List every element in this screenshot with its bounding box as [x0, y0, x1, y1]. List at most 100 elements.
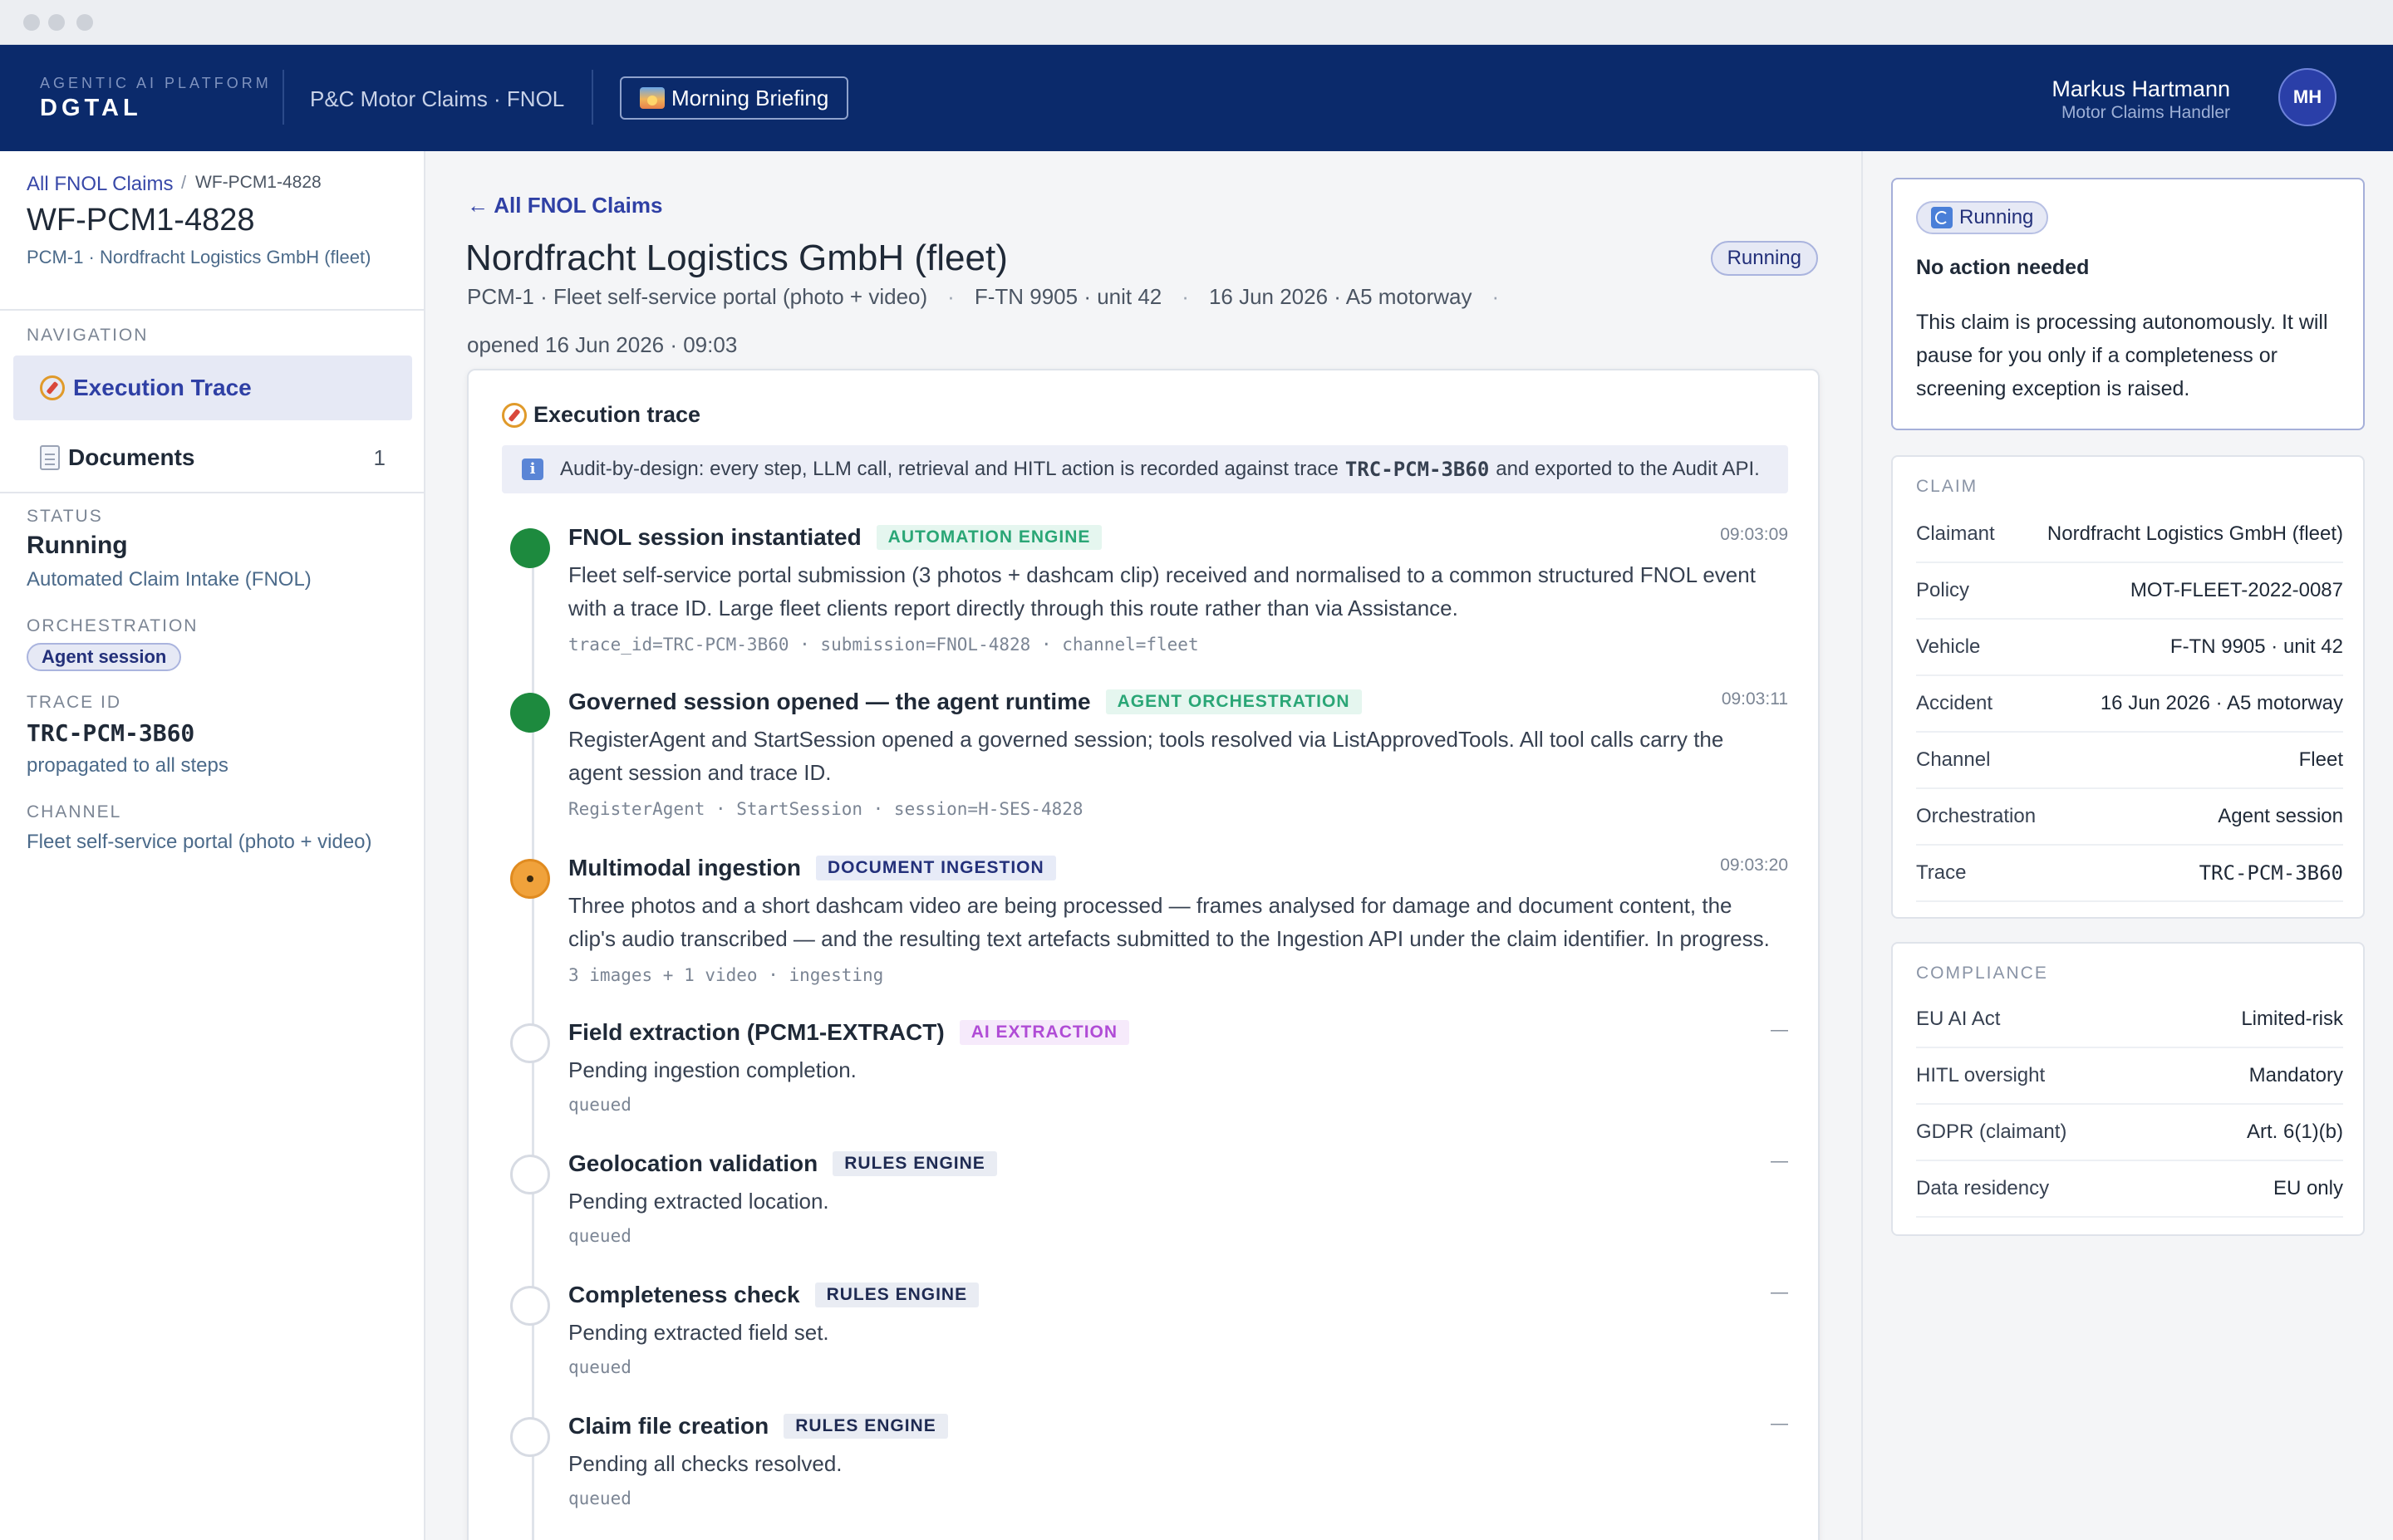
sunrise-icon — [640, 87, 665, 109]
row-key: Policy — [1916, 579, 1970, 601]
meta-accident: 16 Jun 2026 · A5 motorway — [1208, 284, 1472, 309]
step-time: 09:03:20 — [1720, 856, 1788, 875]
morning-briefing-label: Morning Briefing — [671, 85, 829, 110]
row-value: Mandatory — [2248, 1064, 2343, 1086]
running-status-label: Running — [1959, 206, 2034, 228]
step-description: Three photos and a short dashcam video a… — [568, 893, 1770, 951]
meta-bullet: · — [947, 284, 955, 309]
step-code: queued — [568, 1489, 631, 1508]
window-minimize-dot[interactable] — [48, 14, 65, 31]
step-title: Claim file creation — [568, 1413, 769, 1439]
top-navigation-bar: AGENTIC AI PLATFORM DGTAL P&C Motor Clai… — [0, 45, 2393, 151]
step-time: 09:03:09 — [1720, 525, 1788, 544]
back-to-claims-link[interactable]: ← All FNOL Claims — [467, 193, 663, 218]
audit-info-banner: i Audit-by-design: every step, LLM call,… — [502, 445, 1788, 493]
step-tag: DOCUMENT INGESTION — [816, 856, 1056, 880]
row-key: Vehicle — [1916, 635, 1981, 658]
execution-trace-card: Execution trace i Audit-by-design: every… — [467, 369, 1820, 1540]
row-value: EU only — [2273, 1177, 2343, 1199]
row-value: Agent session — [2218, 805, 2343, 827]
audit-text-suffix: and exported to the Audit API. — [1496, 458, 1760, 480]
step-time: — — [1771, 1020, 1788, 1039]
step-queued-icon — [510, 1155, 550, 1194]
row-value: MOT-FLEET-2022-0087 — [2130, 579, 2343, 601]
step-description: Pending ingestion completion. — [568, 1057, 857, 1082]
row-value: 16 Jun 2026 · A5 motorway — [2100, 692, 2343, 714]
sidebar-item-label: Documents — [68, 444, 195, 470]
claim-row-channel: Channel Fleet — [1916, 733, 2343, 789]
step-time: 09:03:11 — [1721, 689, 1788, 709]
window-close-dot[interactable] — [23, 14, 40, 31]
step-code: queued — [568, 1357, 631, 1377]
compliance-row-hitl: HITL oversight Mandatory — [1916, 1048, 2343, 1105]
step-queued-icon — [510, 1023, 550, 1063]
user-role: Motor Claims Handler — [2061, 103, 2230, 122]
left-sidebar: All FNOL Claims / WF-PCM1-4828 WF-PCM1-4… — [0, 151, 425, 1540]
step-header: Field extraction (PCM1-EXTRACT) AI EXTRA… — [568, 1015, 1130, 1050]
step-code: queued — [568, 1226, 631, 1246]
meta-vehicle: F-TN 9905 · unit 42 — [974, 284, 1162, 309]
step-time: — — [1771, 1283, 1788, 1302]
claim-row-trace: Trace TRC-PCM-3B60 — [1916, 846, 2343, 902]
document-icon — [40, 445, 60, 470]
step-queued-icon — [510, 1417, 550, 1457]
header-divider — [283, 70, 284, 125]
row-key: Trace — [1916, 861, 1967, 884]
sync-icon — [1931, 207, 1953, 228]
trace-id-subtitle: propagated to all steps — [27, 754, 228, 777]
row-key: Claimant — [1916, 522, 1995, 545]
row-key: HITL oversight — [1916, 1064, 2046, 1086]
step-header: Geolocation validation RULES ENGINE — [568, 1146, 997, 1181]
claim-id-heading: WF-PCM1-4828 — [27, 203, 255, 238]
step-queued-icon — [510, 1286, 550, 1326]
step-title: Governed session opened — the agent runt… — [568, 689, 1091, 714]
sidebar-item-documents[interactable]: Documents 1 — [13, 425, 412, 490]
orchestration-section-label: ORCHESTRATION — [27, 616, 199, 635]
meta-bullet: · — [1491, 284, 1500, 309]
status-section-label: STATUS — [27, 507, 103, 526]
row-value: F-TN 9905 · unit 42 — [2169, 635, 2343, 658]
sidebar-item-execution-trace[interactable]: Execution Trace — [13, 356, 412, 420]
info-icon: i — [522, 459, 543, 480]
step-header: FNOL session instantiated AUTOMATION ENG… — [568, 520, 1103, 555]
user-name: Markus Hartmann — [2051, 76, 2230, 101]
compliance-row-eu-ai-act: EU AI Act Limited-risk — [1916, 992, 2343, 1048]
action-status-card: Running No action needed This claim is p… — [1891, 178, 2365, 430]
meta-product-channel: PCM-1 · Fleet self-service portal (photo… — [467, 284, 928, 309]
claim-row-orchestration: Orchestration Agent session — [1916, 789, 2343, 846]
documents-count: 1 — [373, 444, 386, 470]
sidebar-item-label: Execution Trace — [73, 375, 252, 400]
user-avatar[interactable]: MH — [2278, 68, 2336, 126]
breadcrumb-all-claims-link[interactable]: All FNOL Claims — [27, 173, 173, 196]
product-name: P&C Motor Claims · FNOL — [310, 86, 565, 111]
claim-section-label: CLAIM — [1916, 477, 1978, 496]
breadcrumb-current: WF-PCM1-4828 — [195, 173, 322, 192]
audit-trace-id: TRC-PCM-3B60 — [1344, 458, 1490, 481]
window-maximize-dot[interactable] — [76, 14, 93, 31]
compliance-section-label: COMPLIANCE — [1916, 964, 2048, 983]
step-time: — — [1771, 1414, 1788, 1433]
step-code: RegisterAgent · StartSession · session=H… — [568, 799, 1083, 819]
morning-briefing-button[interactable]: Morning Briefing — [620, 76, 849, 120]
step-title: FNOL session instantiated — [568, 524, 862, 550]
sidebar-divider — [0, 492, 424, 493]
step-description: RegisterAgent and StartSession opened a … — [568, 727, 1724, 785]
status-value: Running — [27, 532, 128, 559]
audit-text-prefix: Audit-by-design: every step, LLM call, r… — [560, 458, 1339, 480]
row-key: Data residency — [1916, 1177, 2050, 1199]
row-key: GDPR (claimant) — [1916, 1121, 2067, 1143]
right-sidebar: Running No action needed This claim is p… — [1861, 151, 2393, 1540]
trace-id-section-label: TRACE ID — [27, 693, 122, 712]
step-description: Pending extracted field set. — [568, 1320, 829, 1345]
step-title: Geolocation validation — [568, 1150, 818, 1176]
entity-title: Nordfracht Logistics GmbH (fleet) — [465, 238, 1008, 278]
action-description: This claim is processing autonomously. I… — [1916, 311, 2328, 400]
brand-logo[interactable]: DGTAL — [40, 95, 142, 122]
compliance-row-gdpr: GDPR (claimant) Art. 6(1)(b) — [1916, 1105, 2343, 1161]
step-in-progress-icon — [510, 859, 550, 899]
action-title: No action needed — [1916, 256, 2090, 279]
step-tag: AUTOMATION ENGINE — [876, 525, 1103, 550]
step-code: trace_id=TRC-PCM-3B60 · submission=FNOL-… — [568, 635, 1199, 655]
breadcrumb-separator: / — [181, 172, 187, 193]
step-time: — — [1771, 1151, 1788, 1170]
